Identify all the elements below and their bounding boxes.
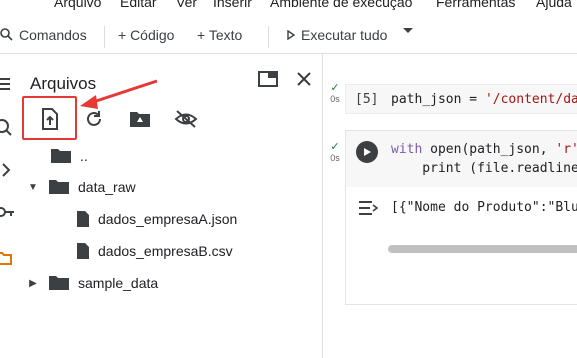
upload-highlight-box — [22, 96, 77, 140]
cell-output: [{"Nome do Produto":"Blus — [346, 195, 577, 225]
toolbar-divider — [268, 26, 269, 48]
output-toggle-icon[interactable] — [358, 199, 378, 217]
left-rail — [0, 54, 18, 358]
chevron-down-icon — [403, 28, 413, 33]
run-options-dropdown[interactable] — [402, 27, 419, 35]
close-icon[interactable] — [296, 71, 312, 87]
code-line: path_json = '/content/dat — [391, 92, 577, 107]
file-icon — [77, 243, 89, 259]
code-editor[interactable]: with open(path_json, 'r' print (file.rea… — [346, 131, 577, 187]
code-line: print (file.readline — [391, 161, 577, 176]
search-icon — [0, 28, 13, 41]
tree-item-label: dados_empresaB.csv — [98, 243, 233, 259]
search-icon[interactable] — [0, 118, 16, 138]
caret-down-icon[interactable]: ▼ — [26, 182, 40, 193]
tree-item-data-raw[interactable]: ▼ data_raw — [26, 176, 136, 198]
refresh-button[interactable] — [82, 107, 106, 131]
code-var: path_json — [391, 92, 462, 107]
code-cell[interactable]: with open(path_json, 'r' print (file.rea… — [345, 130, 577, 305]
code-cell[interactable]: [5] path_json = '/content/dat — [345, 84, 577, 114]
code-op: = — [461, 92, 485, 107]
file-icon — [77, 211, 89, 227]
cell-status: ✓ 0s — [328, 142, 342, 164]
menu-ajuda[interactable]: Ajuda — [536, 0, 572, 10]
horizontal-scrollbar[interactable] — [388, 245, 577, 253]
code-keyword: with — [391, 142, 423, 157]
add-text-button[interactable]: + Texto — [197, 27, 242, 43]
menu-icon[interactable] — [0, 76, 14, 92]
add-code-button[interactable]: + Código — [118, 27, 174, 43]
output-text: [{"Nome do Produto":"Blus — [391, 200, 577, 215]
caret-right-icon[interactable]: ▶ — [26, 278, 40, 289]
run-cell-button[interactable] — [356, 141, 378, 163]
code-line: with open(path_json, 'r' — [391, 142, 577, 157]
play-icon — [364, 148, 371, 156]
menu-arquivo[interactable]: Arquivo — [54, 0, 101, 10]
toolbar: Comandos + Código + Texto Executar tudo — [0, 18, 577, 54]
hide-icon — [174, 110, 198, 128]
cell-status: ✓ 0s — [328, 83, 342, 105]
menu-ambiente[interactable]: Ambiente de execução — [270, 0, 412, 10]
tree-item-parent[interactable]: .. — [36, 145, 88, 167]
refresh-icon — [87, 111, 101, 126]
tree-item-label: sample_data — [78, 275, 159, 291]
toggle-hidden-button[interactable] — [174, 107, 198, 131]
exec-count: [5] — [355, 92, 379, 107]
commands-label: Comandos — [19, 27, 87, 43]
code-text: open(path_json, — [422, 142, 556, 157]
tree-item-sample-data[interactable]: ▶ sample_data — [26, 272, 158, 294]
cell-exec-time: 0s — [330, 94, 340, 104]
folder-icon — [49, 180, 69, 194]
menu-inserir[interactable]: Inserir — [213, 0, 252, 10]
folder-icon — [49, 276, 69, 290]
cell-exec-time: 0s — [330, 153, 340, 163]
folder-icon[interactable] — [0, 250, 14, 266]
notebook-area: ✓ 0s [5] path_json = '/content/dat ✓ 0s … — [324, 54, 577, 358]
arrow-annotation — [80, 79, 158, 109]
add-code-label: + Código — [118, 27, 175, 43]
open-in-tab-icon[interactable] — [258, 70, 278, 88]
chevron-right-icon[interactable] — [0, 162, 14, 178]
tree-item-label: .. — [80, 148, 88, 164]
run-all-button[interactable]: Executar tudo — [286, 27, 387, 43]
tree-item-file-json[interactable]: dados_empresaA.json — [76, 208, 237, 230]
files-panel: Arquivos .. ▼ data_raw dados_empresaA.js… — [18, 54, 323, 358]
folder-icon — [51, 149, 71, 163]
add-text-label: + Texto — [197, 27, 243, 43]
commands-button[interactable]: Comandos — [0, 27, 87, 43]
play-icon — [287, 30, 296, 40]
menu-editar[interactable]: Editar — [120, 0, 157, 10]
toolbar-divider — [104, 26, 105, 48]
run-all-label: Executar tudo — [301, 27, 388, 43]
key-icon[interactable] — [0, 204, 16, 220]
tree-item-file-csv[interactable]: dados_empresaB.csv — [76, 240, 233, 262]
mount-drive-button[interactable] — [128, 107, 152, 131]
drive-folder-icon — [130, 112, 150, 127]
code-string: 'r' — [555, 142, 577, 157]
check-icon: ✓ — [330, 141, 340, 153]
check-icon: ✓ — [330, 82, 340, 94]
code-string: '/content/dat — [484, 92, 577, 107]
tree-item-label: dados_empresaA.json — [98, 211, 238, 227]
menu-ver[interactable]: Ver — [176, 0, 197, 10]
menu-ferramentas[interactable]: Ferramentas — [436, 0, 515, 10]
menu-bar: Arquivo Editar Ver Inserir Ambiente de e… — [0, 0, 577, 14]
tree-item-label: data_raw — [78, 179, 136, 195]
